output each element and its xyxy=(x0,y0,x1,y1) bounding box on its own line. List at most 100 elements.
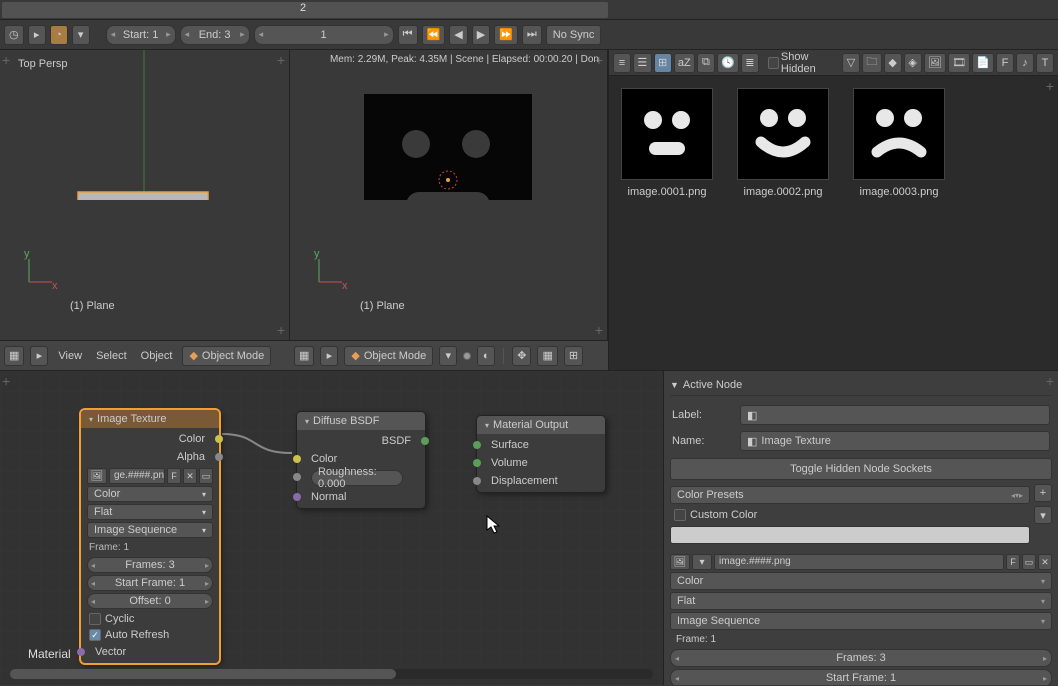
custom-color-checkbox[interactable] xyxy=(674,509,686,521)
prop-colorspace-dropdown[interactable]: Color▾ xyxy=(670,572,1052,590)
editor-type-icon[interactable]: ▦ xyxy=(294,346,314,366)
layers-icon[interactable]: ▦ xyxy=(537,346,557,366)
node-material-output[interactable]: ▾Material Output Surface Volume Displace… xyxy=(476,415,606,493)
socket-displacement-in[interactable]: Displacement xyxy=(477,472,605,490)
socket-bsdf-out[interactable]: BSDF xyxy=(297,432,425,450)
list-long-icon[interactable]: ☰ xyxy=(633,53,652,73)
menu-object[interactable]: Object xyxy=(137,350,177,362)
expand-icon[interactable]: ▸ xyxy=(30,346,48,366)
editor-type-icon[interactable]: ▦ xyxy=(4,346,24,366)
open-icon[interactable]: ▭ xyxy=(1022,554,1036,570)
manipulator-icon[interactable]: ✥ xyxy=(512,346,531,366)
image-browse-icon[interactable]: 🖼 xyxy=(670,554,690,570)
open-icon[interactable]: ▭ xyxy=(199,468,213,484)
play-reverse-icon[interactable]: ◀ xyxy=(449,25,467,45)
sort-alpha-icon[interactable]: aZ xyxy=(674,53,695,73)
cyclic-checkbox[interactable] xyxy=(89,613,101,625)
color-space-dropdown[interactable]: Color▾ xyxy=(87,486,213,502)
sort-size-icon[interactable]: ≣ xyxy=(741,53,759,73)
thumb-icon[interactable]: ⊞ xyxy=(654,53,672,73)
file-thumb[interactable]: image.0003.png xyxy=(853,88,945,198)
frames-field[interactable]: ◂Frames: 3▸ xyxy=(87,557,213,573)
prop-source-dropdown[interactable]: Image Sequence▾ xyxy=(670,612,1052,630)
shading-dropdown[interactable]: ▾ xyxy=(439,346,457,366)
shading-icon[interactable]: ◐ xyxy=(477,346,495,366)
socket-roughness-in[interactable]: Roughness: 0.000 xyxy=(297,468,425,488)
timeline-strip[interactable]: 2 xyxy=(0,0,1058,20)
filter-icon[interactable]: ▽ xyxy=(842,53,860,73)
node-diffuse-bsdf[interactable]: ▾Diffuse BSDF BSDF Color Roughness: 0.00… xyxy=(296,411,426,509)
unlink-icon[interactable]: ✕ xyxy=(1038,554,1052,570)
plus-icon[interactable]: + xyxy=(277,322,285,338)
filter-folder-icon[interactable]: 🗀 xyxy=(862,53,882,73)
name-input[interactable]: ◧Image Texture xyxy=(740,431,1050,451)
plus-icon[interactable]: + xyxy=(2,373,10,389)
color-swatch[interactable] xyxy=(670,526,1030,544)
socket-alpha-out[interactable]: Alpha xyxy=(81,448,219,466)
unlink-icon[interactable]: ✕ xyxy=(183,468,197,484)
marker-icon[interactable]: ◔ xyxy=(50,25,68,45)
next-key-icon[interactable]: ⏩ xyxy=(494,25,518,45)
socket-normal-in[interactable]: Normal xyxy=(297,488,425,506)
expand-menu-icon[interactable]: ▸ xyxy=(28,25,46,45)
plus-icon[interactable]: + xyxy=(595,322,603,338)
file-thumb[interactable]: image.0001.png xyxy=(621,88,713,198)
color-presets-dropdown[interactable]: Color Presets◂▾▸ xyxy=(670,486,1030,504)
pivot-icon[interactable] xyxy=(463,352,471,360)
file-browser-content[interactable]: + image.0001.png image.0002.png image.00… xyxy=(609,76,1058,370)
socket-color-out[interactable]: Color xyxy=(81,430,219,448)
projection-dropdown[interactable]: Flat▾ xyxy=(87,504,213,520)
viewport-canvas[interactable] xyxy=(290,50,590,200)
image-nav-icon[interactable]: ▾ xyxy=(692,554,712,570)
image-filename-field[interactable]: ge.####.png xyxy=(109,468,165,484)
mode-dropdown[interactable]: ◆Object Mode xyxy=(182,346,271,366)
plus-icon[interactable]: + xyxy=(1046,78,1054,94)
socket-surface-in[interactable]: Surface xyxy=(477,436,605,454)
sync-mode-dropdown[interactable]: No Sync xyxy=(546,25,602,45)
label-input[interactable]: ◧ xyxy=(740,405,1050,425)
fake-user-button[interactable]: F xyxy=(1006,554,1020,570)
plus-icon[interactable]: + xyxy=(1046,373,1054,389)
offset-field[interactable]: ◂Offset: 0▸ xyxy=(87,593,213,609)
sort-ext-icon[interactable]: ⧉ xyxy=(697,53,715,73)
toggle-sockets-button[interactable]: Toggle Hidden Node Sockets xyxy=(670,458,1052,480)
filter-text-icon[interactable]: T xyxy=(1036,53,1054,73)
prop-start-frame-field[interactable]: ◂Start Frame: 1▸ xyxy=(670,669,1052,685)
fake-user-button[interactable]: F xyxy=(167,468,181,484)
prev-key-icon[interactable]: ⏪ xyxy=(422,25,446,45)
node-image-texture[interactable]: ▾Image Texture Color Alpha 🖼 ge.####.png… xyxy=(80,409,220,664)
current-frame-field[interactable]: ◂1▸ xyxy=(254,25,394,45)
end-frame-field[interactable]: ◂End: 3▸ xyxy=(180,25,250,45)
editor-type-icon[interactable]: ◷ xyxy=(4,25,24,45)
preset-dropdown-icon[interactable]: ▾ xyxy=(1034,506,1052,524)
node-editor-scrollbar[interactable] xyxy=(10,669,653,679)
image-browse-icon[interactable]: 🖼 xyxy=(87,468,107,484)
list-short-icon[interactable]: ≡ xyxy=(613,53,631,73)
file-thumb[interactable]: image.0002.png xyxy=(737,88,829,198)
filter-font-icon[interactable]: F xyxy=(996,53,1014,73)
filter-blend-icon[interactable]: ◆ xyxy=(884,53,902,73)
show-hidden-checkbox[interactable] xyxy=(768,57,779,69)
jump-start-icon[interactable]: ⏮ xyxy=(398,25,418,45)
expand-icon[interactable]: ▸ xyxy=(320,346,338,366)
node-editor[interactable]: + ▾Image Texture Color Alpha 🖼 ge.####.p… xyxy=(0,370,663,685)
keying-icon[interactable]: ▾ xyxy=(72,25,90,45)
socket-volume-in[interactable]: Volume xyxy=(477,454,605,472)
image-filename-field[interactable]: image.####.png xyxy=(714,554,1004,570)
start-frame-field[interactable]: ◂Start Frame: 1▸ xyxy=(87,575,213,591)
filter-sound-icon[interactable]: ♪ xyxy=(1016,53,1034,73)
auto-refresh-checkbox[interactable]: ✓ xyxy=(89,629,101,641)
viewport-right[interactable]: + + Mem: 2.29M, Peak: 4.35M | Scene | El… xyxy=(290,50,608,340)
node-header[interactable]: ▾Image Texture xyxy=(81,410,219,428)
sort-time-icon[interactable]: 🕓 xyxy=(717,53,739,73)
mode-dropdown[interactable]: ◆Object Mode xyxy=(344,346,433,366)
menu-view[interactable]: View xyxy=(54,350,86,362)
filter-image-icon[interactable]: 🖼 xyxy=(924,53,946,73)
source-dropdown[interactable]: Image Sequence▾ xyxy=(87,522,213,538)
play-icon[interactable]: ▶ xyxy=(472,25,490,45)
node-header[interactable]: ▾Material Output xyxy=(477,416,605,434)
prop-frames-field[interactable]: ◂Frames: 3▸ xyxy=(670,649,1052,667)
filter-movie-icon[interactable]: 🎞 xyxy=(948,53,970,73)
viewport-left[interactable]: + + + Top Persp yx (1) Plane xyxy=(0,50,290,340)
add-preset-icon[interactable]: + xyxy=(1034,484,1052,502)
